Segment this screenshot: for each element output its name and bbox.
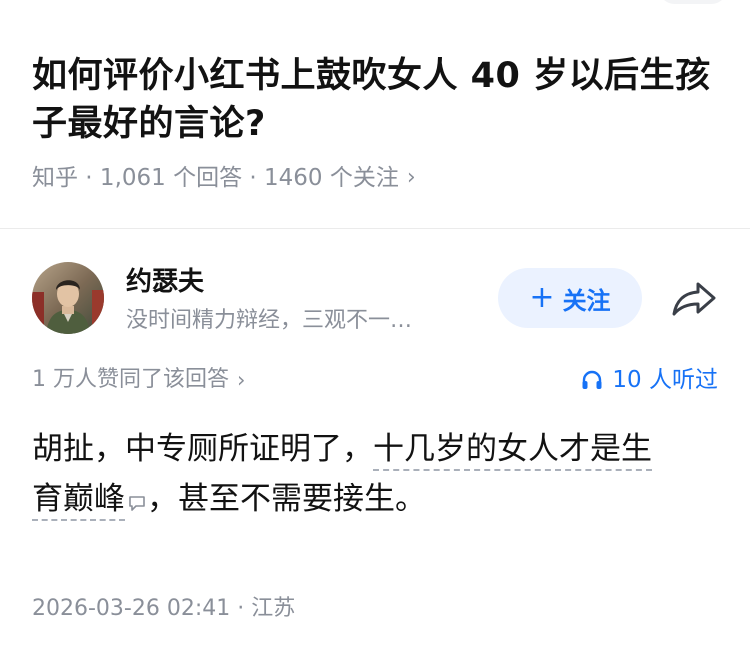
author-row: 约瑟夫 没时间精力辩经，三观不一… + 关注 [32,262,722,334]
follow-button[interactable]: + 关注 [498,268,642,328]
author-name[interactable]: 约瑟夫 [126,266,204,298]
answer-content[interactable]: 胡扯，中专厕所证明了，十几岁的女人才是生育巅峰 ，甚至不需要接生。 [32,424,722,528]
listen-count: 10 人听过 [612,367,718,393]
avatar[interactable] [32,262,104,334]
section-divider [0,228,750,229]
comment-icon[interactable] [127,478,147,528]
share-button[interactable] [670,276,718,320]
share-icon [672,282,716,316]
plus-icon: + [529,280,555,315]
top-partial-button[interactable] [658,0,728,4]
question-meta-text: 知乎 · 1,061 个回答 · 1460 个关注 [32,165,399,191]
upvote-text: 1 万人赞同了该回答 [32,367,229,392]
question-title[interactable]: 如何评价小红书上鼓吹女人 40 岁以后生孩子最好的言论? [32,52,722,148]
answer-linked-text-2: 育巅峰 [32,481,125,517]
question-meta[interactable]: 知乎 · 1,061 个回答 · 1460 个关注 › [32,162,722,194]
avatar-image [32,262,104,334]
answer-linked-text-1: 十几岁的女人才是生 [373,431,652,467]
listen-button[interactable]: 10 人听过 [580,364,718,396]
headphones-icon [582,370,602,389]
answer-datetime-location: 2026-03-26 02:41 · 江苏 [32,596,296,621]
upvote-summary[interactable]: 1 万人赞同了该回答 › [32,364,245,396]
question-header: 如何评价小红书上鼓吹女人 40 岁以后生孩子最好的言论? 知乎 · 1,061 … [32,52,722,194]
chevron-right-icon: › [406,165,416,190]
answer-text-part1: 胡扯，中专厕所证明了， [32,431,373,467]
answer-text-part2: ，甚至不需要接生。 [147,481,426,517]
answer-stats: 1 万人赞同了该回答 › 10 人听过 [32,364,718,396]
chevron-right-icon: › [237,368,246,392]
follow-label: 关注 [562,286,611,315]
author-bio: 没时间精力辩经，三观不一… [126,308,413,333]
answer-paragraph: 胡扯，中专厕所证明了，十几岁的女人才是生育巅峰 ，甚至不需要接生。 [32,424,722,528]
